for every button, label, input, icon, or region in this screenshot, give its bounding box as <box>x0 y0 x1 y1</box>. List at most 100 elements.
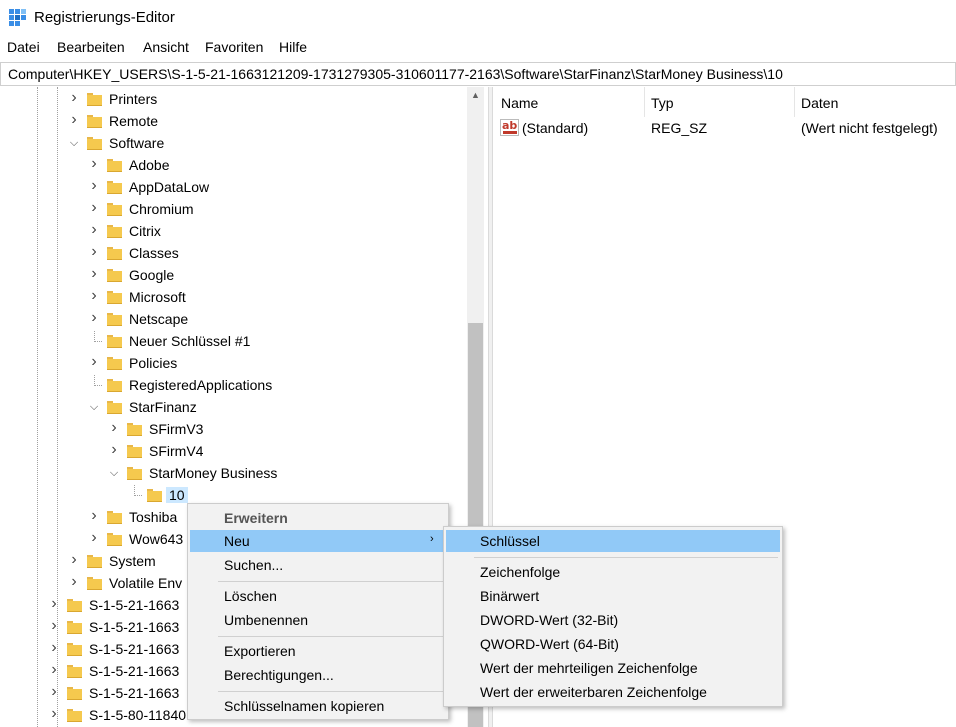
folder-icon <box>67 665 82 678</box>
chevron-right-icon[interactable]: › <box>88 199 100 216</box>
tree-item-label: SFirmV4 <box>149 443 204 459</box>
value-name: (Standard) <box>522 120 589 136</box>
tree-item[interactable]: › Google <box>0 265 467 287</box>
tree-item[interactable]: › Remote <box>0 111 467 133</box>
chevron-right-icon[interactable]: › <box>88 243 100 260</box>
tree-item-label: Chromium <box>129 201 194 217</box>
chevron-right-icon[interactable]: › <box>88 507 100 524</box>
tree-item-label: S-1-5-21-1663 <box>89 663 180 679</box>
chevron-right-icon[interactable]: › <box>48 617 60 634</box>
chevron-right-icon[interactable]: › <box>88 265 100 282</box>
tree-item[interactable]: › Classes <box>0 243 467 265</box>
chevron-right-icon[interactable]: › <box>88 155 100 172</box>
sub-dword[interactable]: DWORD-Wert (32-Bit) <box>446 609 780 631</box>
chevron-right-icon[interactable]: › <box>88 309 100 326</box>
chevron-down-icon[interactable]: ⌵ <box>68 137 80 151</box>
tree-item[interactable]: › Policies <box>0 353 467 375</box>
folder-icon <box>107 181 122 194</box>
chevron-right-icon[interactable]: › <box>108 419 120 436</box>
tree-item-label: Software <box>109 135 165 151</box>
sub-expandstring[interactable]: Wert der erweiterbaren Zeichenfolge <box>446 681 780 703</box>
ctx-loeschen[interactable]: Löschen <box>190 585 446 607</box>
chevron-right-icon[interactable]: › <box>88 177 100 194</box>
folder-icon <box>67 643 82 656</box>
ctx-suchen[interactable]: Suchen... <box>190 554 446 576</box>
menu-hilfe[interactable]: Hilfe <box>279 39 307 55</box>
tree-connector <box>94 375 102 386</box>
ctx-neu[interactable]: Neu › <box>190 530 446 552</box>
tree-item[interactable]: › Netscape <box>0 309 467 331</box>
scroll-up-arrow-icon[interactable]: ▲ <box>467 87 484 104</box>
folder-icon <box>107 533 122 546</box>
ctx-umbenennen[interactable]: Umbenennen <box>190 609 446 631</box>
ctx-berechtigungen[interactable]: Berechtigungen... <box>190 664 446 686</box>
tree-item[interactable]: ⌵ Software <box>0 133 467 155</box>
column-header-name[interactable]: Name <box>493 87 645 117</box>
chevron-right-icon[interactable]: › <box>88 529 100 546</box>
tree-item-label: S-1-5-21-1663 <box>89 685 180 701</box>
tree-item-label: 10 <box>166 487 188 503</box>
tree-item-label: Neuer Schlüssel #1 <box>129 333 251 349</box>
sub-qword[interactable]: QWORD-Wert (64-Bit) <box>446 633 780 655</box>
chevron-right-icon[interactable]: › <box>48 595 60 612</box>
chevron-right-icon[interactable]: › <box>68 111 80 128</box>
value-data: (Wert nicht festgelegt) <box>801 120 938 136</box>
sub-binaerwert[interactable]: Binärwert <box>446 585 780 607</box>
tree-item-label: RegisteredApplications <box>129 377 273 393</box>
chevron-right-icon[interactable]: › <box>88 287 100 304</box>
tree-item[interactable]: Neuer Schlüssel #1 <box>0 331 467 353</box>
menu-separator <box>474 557 778 558</box>
sub-zeichenfolge[interactable]: Zeichenfolge <box>446 561 780 583</box>
tree-item[interactable]: › Citrix <box>0 221 467 243</box>
tree-item-label: Remote <box>109 113 159 129</box>
tree-item[interactable]: › SFirmV4 <box>0 441 467 463</box>
tree-item[interactable]: › Adobe <box>0 155 467 177</box>
tree-item-label: S-1-5-80-11840 <box>89 707 187 723</box>
value-row[interactable]: ab (Standard) REG_SZ (Wert nicht festgel… <box>493 117 956 139</box>
ctx-schluesselnamen-kopieren[interactable]: Schlüsselnamen kopieren <box>190 695 446 717</box>
new-submenu: Schlüssel Zeichenfolge Binärwert DWORD-W… <box>443 526 783 707</box>
tree-item-label: Google <box>129 267 175 283</box>
menu-datei[interactable]: Datei <box>7 39 40 55</box>
tree-item[interactable]: ⌵ StarMoney Business <box>0 463 467 485</box>
sub-multistring[interactable]: Wert der mehrteiligen Zeichenfolge <box>446 657 780 679</box>
column-header-data[interactable]: Daten <box>793 87 956 117</box>
chevron-right-icon[interactable]: › <box>88 221 100 238</box>
menu-bearbeiten[interactable]: Bearbeiten <box>57 39 125 55</box>
regedit-icon <box>9 9 26 26</box>
chevron-right-icon[interactable]: › <box>48 639 60 656</box>
tree-item[interactable]: › SFirmV3 <box>0 419 467 441</box>
folder-icon <box>87 555 102 568</box>
tree-item-label: Microsoft <box>129 289 186 305</box>
tree-item[interactable]: ⌵ StarFinanz <box>0 397 467 419</box>
chevron-right-icon[interactable]: › <box>48 683 60 700</box>
tree-item[interactable]: › Microsoft <box>0 287 467 309</box>
chevron-right-icon[interactable]: › <box>48 661 60 678</box>
address-bar[interactable]: Computer\HKEY_USERS\S-1-5-21-1663121209-… <box>0 62 956 86</box>
folder-icon <box>107 291 122 304</box>
chevron-right-icon[interactable]: › <box>68 551 80 568</box>
chevron-right-icon[interactable]: › <box>68 573 80 590</box>
chevron-right-icon[interactable]: › <box>68 89 80 106</box>
ctx-exportieren[interactable]: Exportieren <box>190 640 446 662</box>
menu-ansicht[interactable]: Ansicht <box>143 39 189 55</box>
ctx-erweitern[interactable]: Erweitern <box>190 507 446 529</box>
folder-icon <box>107 357 122 370</box>
column-header-type[interactable]: Typ <box>643 87 795 117</box>
tree-item[interactable]: › Printers <box>0 89 467 111</box>
tree-item[interactable]: RegisteredApplications <box>0 375 467 397</box>
tree-item[interactable]: › AppDataLow <box>0 177 467 199</box>
chevron-right-icon[interactable]: › <box>48 705 60 722</box>
menu-favoriten[interactable]: Favoriten <box>205 39 263 55</box>
folder-icon <box>127 467 142 480</box>
sub-schluessel[interactable]: Schlüssel <box>446 530 780 552</box>
tree-item-label: Toshiba <box>129 509 178 525</box>
tree-item[interactable]: › Chromium <box>0 199 467 221</box>
address-path[interactable]: Computer\HKEY_USERS\S-1-5-21-1663121209-… <box>8 66 783 82</box>
chevron-down-icon[interactable]: ⌵ <box>108 467 120 481</box>
tree-item-label: Citrix <box>129 223 161 239</box>
chevron-down-icon[interactable]: ⌵ <box>88 401 100 415</box>
tree-item-label: S-1-5-21-1663 <box>89 641 180 657</box>
chevron-right-icon[interactable]: › <box>88 353 100 370</box>
chevron-right-icon[interactable]: › <box>108 441 120 458</box>
